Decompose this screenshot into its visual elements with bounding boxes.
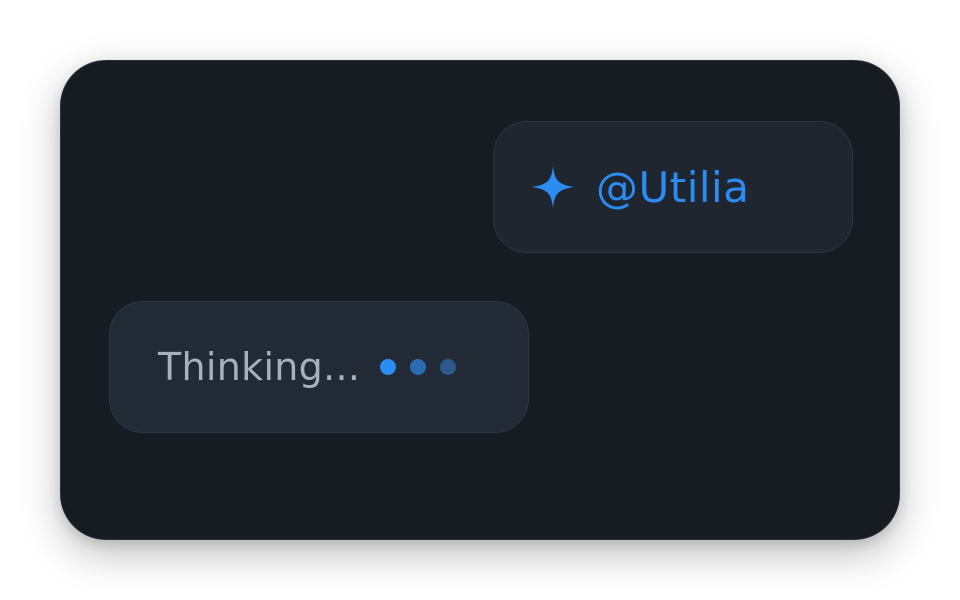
mention-label: @Utilia: [596, 162, 750, 212]
typing-dots-icon: [380, 359, 457, 375]
thinking-indicator: Thinking...: [109, 301, 529, 433]
typing-dot: [380, 359, 397, 375]
typing-dot: [410, 359, 427, 375]
sparkle-icon: [530, 164, 576, 210]
mention-chip[interactable]: @Utilia: [493, 121, 853, 253]
chat-card: @Utilia Thinking...: [60, 60, 900, 540]
typing-dot: [440, 359, 457, 375]
thinking-label: Thinking...: [158, 345, 361, 389]
